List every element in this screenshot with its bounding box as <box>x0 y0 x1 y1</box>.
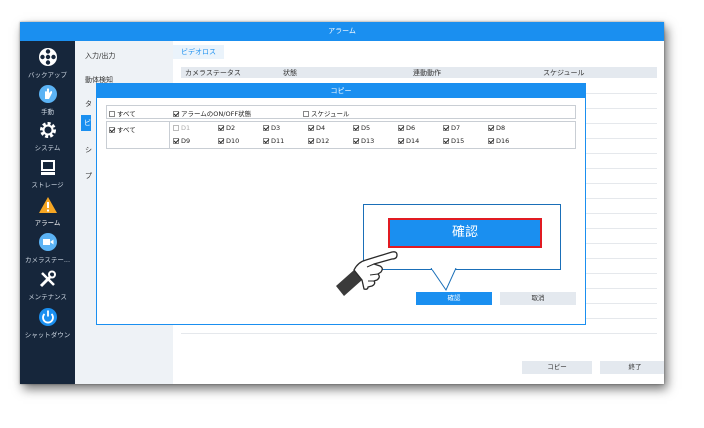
confirm-button[interactable]: 確認 <box>416 292 492 305</box>
sidebar-item-label: ストレージ <box>31 181 64 189</box>
sidebar-item-system[interactable]: システム <box>20 120 75 152</box>
sidebar-item-label: 手動 <box>41 108 54 116</box>
window-title: アラーム <box>20 22 664 41</box>
checkbox-icon <box>488 125 494 131</box>
copy-options-row: すべて アラームのON/OFF状態 スケジュール <box>106 105 576 119</box>
checkbox-icon <box>303 111 309 117</box>
exit-button[interactable]: 終了 <box>600 361 664 374</box>
schedule-checkbox[interactable]: スケジュール <box>303 108 350 118</box>
checkbox-icon <box>173 111 179 117</box>
column-header: 状態 <box>283 69 297 77</box>
table-row <box>181 333 657 334</box>
dialog-title: コピー <box>97 84 585 98</box>
sidebar-item-shutdown[interactable]: シャットダウン <box>20 307 75 339</box>
channel-checkbox-d4[interactable]: D4 <box>308 124 325 132</box>
divider <box>169 122 170 148</box>
checkbox-icon <box>488 138 494 144</box>
menu-item-3[interactable]: タ <box>85 99 92 109</box>
channel-checkbox-d3[interactable]: D3 <box>263 124 280 132</box>
alarm-onoff-checkbox[interactable]: アラームのON/OFF状態 <box>173 108 251 118</box>
cancel-button[interactable]: 取消 <box>500 292 576 305</box>
tab-video-loss[interactable]: ビデオロス <box>173 45 224 59</box>
checkbox-icon <box>443 138 449 144</box>
checkbox-icon <box>308 138 314 144</box>
sidebar-item-label: アラーム <box>34 219 61 227</box>
sidebar-item-manual[interactable]: 手動 <box>20 84 75 116</box>
sidebar-item-label: シャットダウン <box>24 331 71 339</box>
channel-checkbox-d6[interactable]: D6 <box>398 124 415 132</box>
pointing-hand-icon <box>336 251 398 296</box>
menu-item-video-loss-selected[interactable]: ビ <box>81 115 91 131</box>
checkbox-icon <box>109 111 115 117</box>
sidebar-item-label: システム <box>34 144 61 152</box>
table-header: カメラステータス 状態 連動動作 スケジュール <box>181 67 657 78</box>
channel-grid: すべて D1 D2 D3 D4 D5 D6 D7 D8 D9 D10 D11 D… <box>106 121 576 149</box>
column-header: スケジュール <box>543 69 585 77</box>
checkbox-icon <box>353 138 359 144</box>
sidebar-item-camera-status[interactable]: カメラステー... <box>20 232 75 264</box>
warning-icon <box>38 197 57 213</box>
column-header: 連動動作 <box>413 69 441 77</box>
channel-checkbox-d15[interactable]: D15 <box>443 137 464 145</box>
checkbox-icon <box>443 125 449 131</box>
tools-icon <box>39 270 56 288</box>
channel-checkbox-d16[interactable]: D16 <box>488 137 509 145</box>
menu-item-5[interactable]: シ <box>85 145 92 155</box>
camera-icon <box>38 233 57 251</box>
channel-checkbox-d1[interactable]: D1 <box>173 124 190 132</box>
sidebar-item-storage[interactable]: ストレージ <box>20 157 75 189</box>
checkbox-icon <box>218 138 224 144</box>
checkbox-icon <box>173 125 179 131</box>
callout-pointer <box>430 268 457 292</box>
checkbox-icon <box>353 125 359 131</box>
sidebar-item-label: カメラステー... <box>24 256 71 264</box>
confirm-button-zoomed[interactable]: 確認 <box>388 218 542 248</box>
sidebar-item-alarm[interactable]: アラーム <box>20 195 75 227</box>
checkbox-icon <box>308 125 314 131</box>
column-header: カメラステータス <box>185 69 241 77</box>
checkbox-icon <box>398 125 404 131</box>
sidebar-item-maintenance[interactable]: メンテナンス <box>20 269 75 301</box>
power-icon <box>38 308 57 326</box>
sidebar-item-backup[interactable]: バックアップ <box>20 47 75 79</box>
channel-checkbox-d14[interactable]: D14 <box>398 137 419 145</box>
checkbox-icon <box>263 138 269 144</box>
sidebar: バックアップ 手動 システム ストレージ アラーム カメラステー... メンテナ… <box>20 41 75 384</box>
all-channels-checkbox[interactable]: すべて <box>109 124 136 134</box>
hand-icon <box>38 85 57 103</box>
channel-checkbox-d11[interactable]: D11 <box>263 137 284 145</box>
channel-checkbox-d5[interactable]: D5 <box>353 124 370 132</box>
menu-item-6[interactable]: プ <box>85 171 92 181</box>
channel-checkbox-d7[interactable]: D7 <box>443 124 460 132</box>
checkbox-icon <box>263 125 269 131</box>
channel-checkbox-d10[interactable]: D10 <box>218 137 239 145</box>
checkbox-icon <box>109 127 115 133</box>
channel-checkbox-d9[interactable]: D9 <box>173 137 190 145</box>
all-options-checkbox[interactable]: すべて <box>109 108 136 118</box>
gear-icon <box>39 122 56 138</box>
sidebar-item-label: メンテナンス <box>28 293 67 301</box>
film-reel-icon <box>38 48 57 66</box>
copy-button[interactable]: コピー <box>522 361 592 374</box>
sidebar-item-label: バックアップ <box>28 71 67 79</box>
checkbox-icon <box>218 125 224 131</box>
storage-icon <box>40 160 55 175</box>
menu-item-io[interactable]: 入力/出力 <box>85 51 115 61</box>
channel-checkbox-d2[interactable]: D2 <box>218 124 235 132</box>
checkbox-icon <box>398 138 404 144</box>
channel-checkbox-d12[interactable]: D12 <box>308 137 329 145</box>
channel-checkbox-d8[interactable]: D8 <box>488 124 505 132</box>
checkbox-icon <box>173 138 179 144</box>
channel-checkbox-d13[interactable]: D13 <box>353 137 374 145</box>
